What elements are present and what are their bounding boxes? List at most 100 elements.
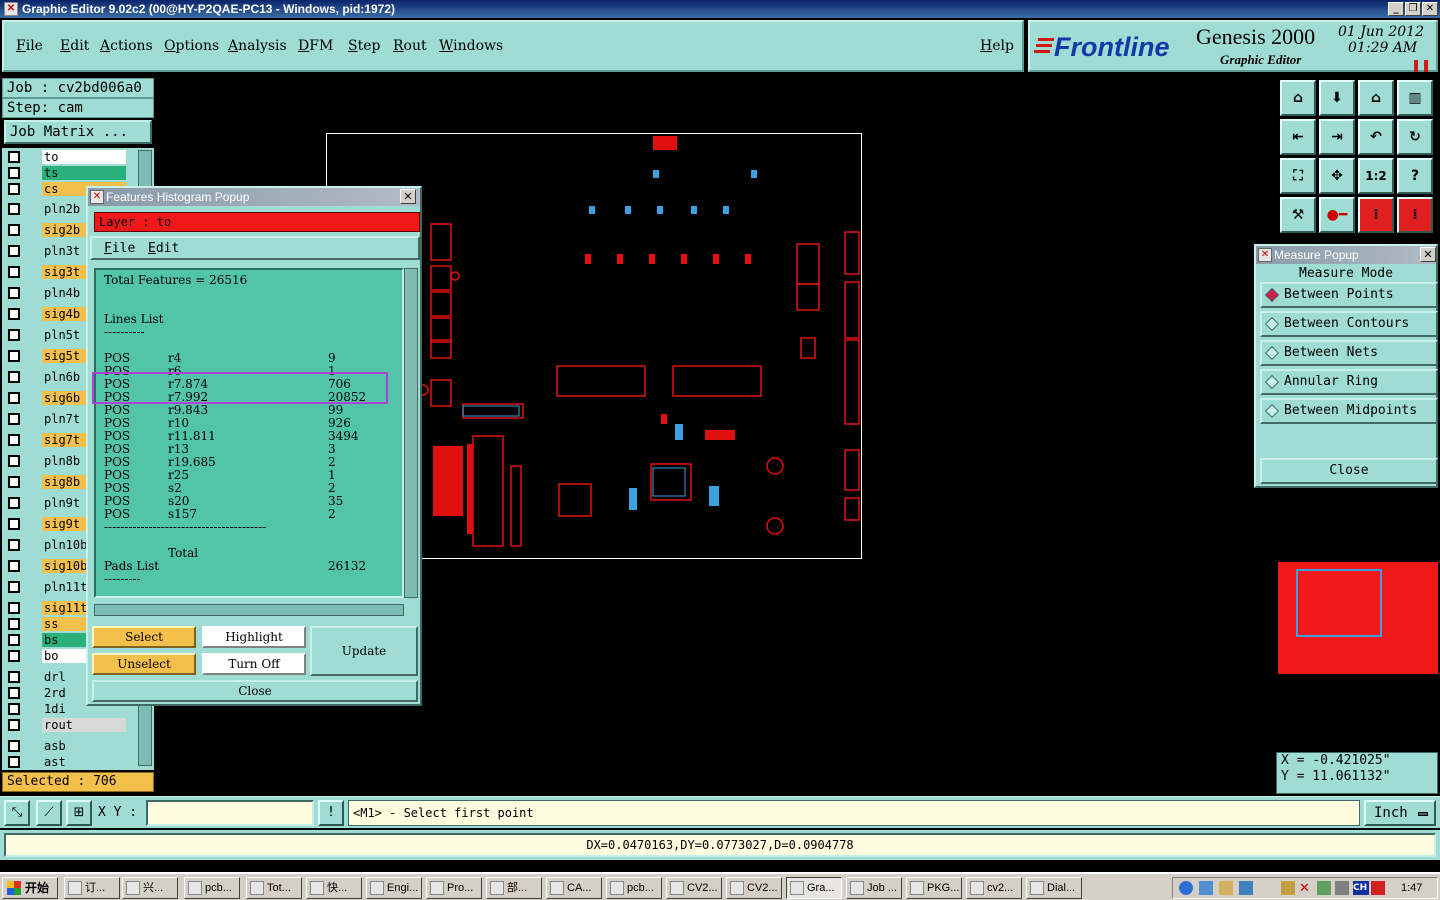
layer-row[interactable]: to (6, 150, 126, 164)
taskbar-task[interactable]: CV2... (726, 877, 782, 899)
histogram-vertical-scrollbar[interactable] (404, 268, 418, 598)
pan-right-icon[interactable]: ⇥ (1319, 119, 1355, 155)
layer-checkbox[interactable] (8, 329, 20, 341)
histogram-close-button[interactable]: Close (92, 680, 418, 702)
measure-option[interactable]: Between Nets (1260, 340, 1438, 366)
layer-name[interactable]: rout (42, 718, 126, 732)
layer-name[interactable]: asb (42, 739, 126, 753)
zoom-house-icon[interactable]: ⌂ (1358, 80, 1394, 116)
turn-off-button[interactable]: Turn Off (202, 653, 306, 675)
menu-windows[interactable]: Windows (439, 38, 503, 54)
layer-checkbox[interactable] (8, 560, 20, 572)
net-display-icon[interactable]: ⁞ (1358, 197, 1394, 233)
layer-checkbox[interactable] (8, 602, 20, 614)
layer-row[interactable]: asb (6, 739, 126, 753)
histogram-horizontal-scrollbar[interactable] (94, 604, 404, 616)
layer-checkbox[interactable] (8, 740, 20, 752)
xy-input[interactable] (146, 800, 314, 826)
layer-name[interactable]: ast (42, 755, 126, 769)
layer-checkbox[interactable] (8, 203, 20, 215)
layer-checkbox[interactable] (8, 392, 20, 404)
measure-option[interactable]: Between Points (1260, 282, 1438, 308)
minimize-button[interactable]: _ (1388, 2, 1404, 16)
histogram-menu-file[interactable]: File (104, 241, 135, 256)
menu-actions[interactable]: Actions (100, 38, 153, 54)
taskbar-task[interactable]: Job ... (846, 877, 902, 899)
layer-row[interactable]: rout (6, 718, 126, 732)
taskbar-task[interactable]: CV2... (666, 877, 722, 899)
layer-checkbox[interactable] (8, 245, 20, 257)
menu-edit[interactable]: Edit (60, 38, 89, 54)
redraw-icon[interactable]: ↻ (1397, 119, 1433, 155)
layer-checkbox[interactable] (8, 266, 20, 278)
measure-tool-icon[interactable]: ⚒ (1280, 197, 1316, 233)
zoom-center-icon[interactable]: ✥ (1319, 158, 1355, 194)
layer-checkbox[interactable] (8, 756, 20, 768)
snap-tool-icon[interactable]: ●━ (1319, 197, 1355, 233)
zoom-1-2-icon[interactable]: 1:2 (1358, 158, 1394, 194)
layer-checkbox[interactable] (8, 350, 20, 362)
snap-icon[interactable]: ⤡ (4, 800, 30, 826)
layer-checkbox[interactable] (8, 167, 20, 179)
overview-view-box[interactable] (1296, 569, 1382, 637)
layer-checkbox[interactable] (8, 497, 20, 509)
taskbar-task[interactable]: 部... (486, 877, 542, 899)
clock-tray-icon[interactable] (1219, 881, 1233, 895)
start-button[interactable]: 开始 (2, 877, 58, 899)
clock[interactable]: 1:47 (1401, 882, 1422, 894)
layer-checkbox[interactable] (8, 671, 20, 683)
taskbar-task[interactable]: cv2... (966, 877, 1022, 899)
layer-checkbox[interactable] (8, 719, 20, 731)
select-button[interactable]: Select (92, 626, 196, 648)
layer-checkbox[interactable] (8, 151, 20, 163)
layer-checkbox[interactable] (8, 518, 20, 530)
layer-checkbox[interactable] (8, 634, 20, 646)
histogram-popup-title-bar[interactable]: ✕ Features Histogram Popup ✕ (88, 188, 420, 206)
histogram-menu-edit[interactable]: Edit (148, 241, 179, 256)
pause-icon[interactable]: ❚❚ (1411, 58, 1431, 72)
layer-checkbox[interactable] (8, 618, 20, 630)
layer-checkbox[interactable] (8, 476, 20, 488)
layer-row[interactable]: ts (6, 166, 126, 180)
layer-checkbox[interactable] (8, 183, 20, 195)
layer-checkbox[interactable] (8, 539, 20, 551)
layer-checkbox[interactable] (8, 687, 20, 699)
language-indicator[interactable]: CH (1353, 881, 1369, 895)
menu-file[interactable]: File (16, 38, 43, 54)
menu-dfm[interactable]: DFM (298, 38, 333, 54)
pan-left-icon[interactable]: ⇤ (1280, 119, 1316, 155)
taskbar-task[interactable]: pcb... (606, 877, 662, 899)
measure-popup-title-bar[interactable]: ✕ Measure Popup ✕ (1256, 246, 1436, 264)
menu-help[interactable]: Help (980, 38, 1014, 54)
restore-button[interactable]: ❐ (1405, 2, 1421, 16)
measure-option[interactable]: Between Midpoints (1260, 398, 1438, 424)
layer-checkbox[interactable] (8, 287, 20, 299)
unselect-button[interactable]: Unselect (92, 653, 196, 675)
desktop-icon[interactable] (1239, 881, 1253, 895)
layer-checkbox[interactable] (8, 371, 20, 383)
units-selector[interactable]: Inch (1364, 800, 1436, 826)
menu-step[interactable]: Step (348, 38, 380, 54)
layer-checkbox[interactable] (8, 308, 20, 320)
zoom-home-icon[interactable]: ⌂ (1280, 80, 1316, 116)
taskbar-task[interactable]: 兴... (122, 877, 178, 899)
ie-icon[interactable] (1179, 881, 1193, 895)
taskbar-task[interactable]: PKG... (906, 877, 962, 899)
settings-tray-icon[interactable] (1335, 881, 1349, 895)
taskbar-task[interactable]: Pro... (426, 877, 482, 899)
split-view-icon[interactable]: ▥ (1397, 80, 1433, 116)
layer-row[interactable]: ast (6, 755, 126, 769)
layer-checkbox[interactable] (8, 581, 20, 593)
tool-tray-icon[interactable] (1281, 881, 1295, 895)
alert-icon[interactable]: ! (318, 800, 344, 826)
taskbar-task[interactable]: Tot... (246, 877, 302, 899)
taskbar-task[interactable]: Engi... (366, 877, 422, 899)
histogram-text-area[interactable]: Total Features = 26516 Lines List ------… (94, 268, 404, 598)
job-matrix-button[interactable]: Job Matrix ... (4, 120, 152, 144)
grid-icon[interactable]: ⊞ (66, 800, 92, 826)
layer-checkbox[interactable] (8, 703, 20, 715)
layer-checkbox[interactable] (8, 413, 20, 425)
taskbar-task[interactable]: Dial... (1026, 877, 1082, 899)
taskbar-task[interactable]: pcb... (184, 877, 240, 899)
layer-name[interactable]: to (42, 150, 126, 164)
